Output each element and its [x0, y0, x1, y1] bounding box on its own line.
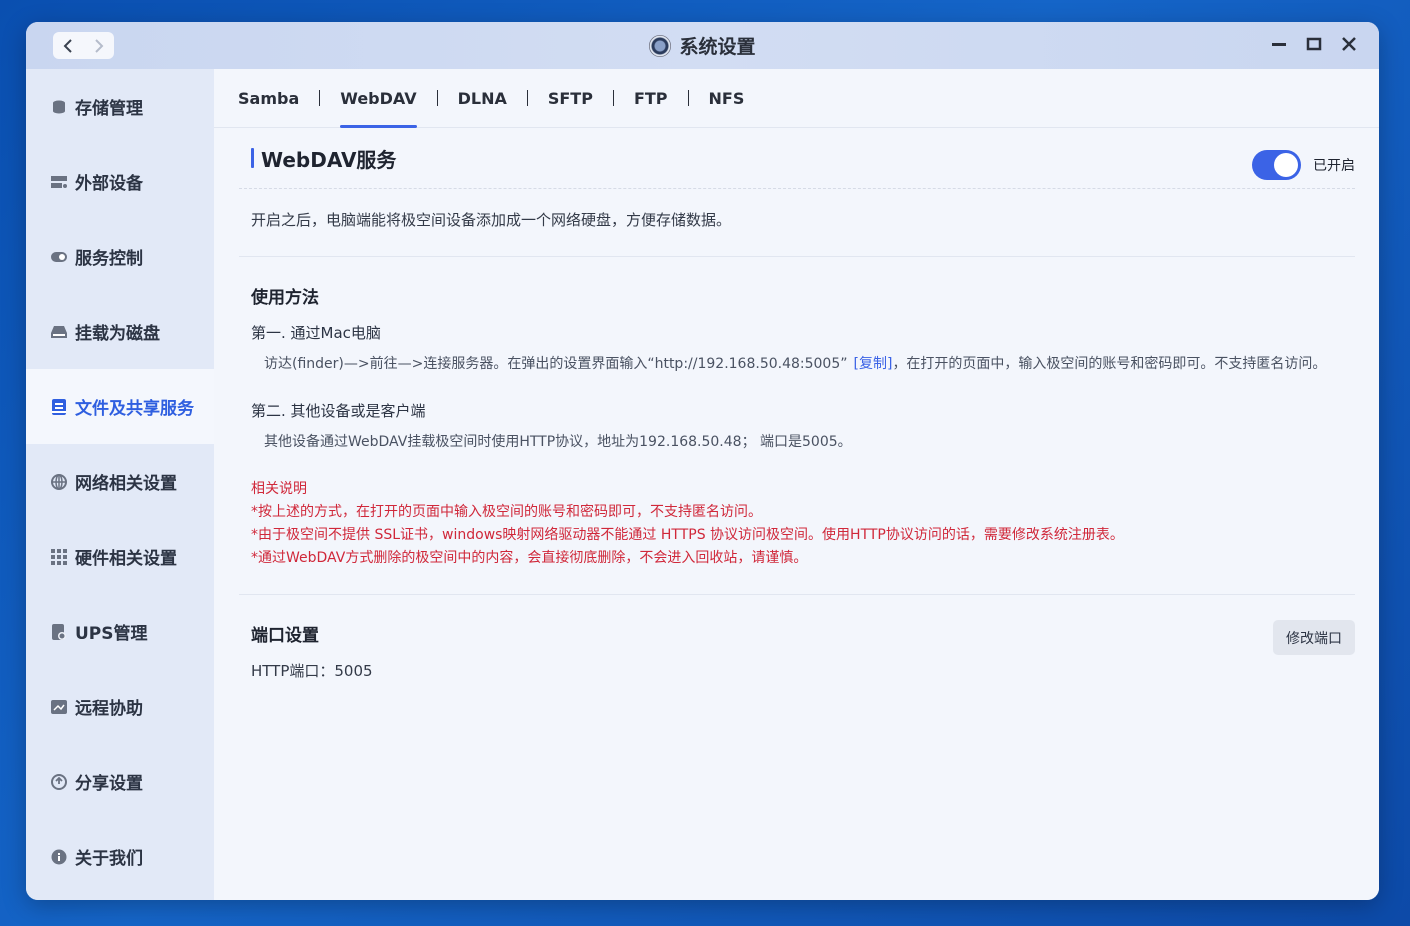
usage-section: 使用方法 第一. 通过Mac电脑 访达(finder)—>前往—>连接服务器。在…	[239, 257, 1355, 595]
note-item: *由于极空间不提供 SSL证书，windows映射网络驱动器不能通过 HTTPS…	[251, 527, 1124, 543]
app-logo-icon	[649, 34, 672, 57]
maximize-icon	[1306, 37, 1321, 50]
usage-heading: 使用方法	[251, 288, 319, 308]
window-controls	[1270, 35, 1357, 52]
chevron-right-icon	[95, 38, 104, 53]
maximize-button[interactable]	[1305, 35, 1322, 52]
ups-icon	[51, 623, 67, 640]
sidebar-item-label: 分享设置	[75, 774, 143, 794]
sidebar-item-external-devices[interactable]: 外部设备	[26, 144, 214, 219]
chevron-left-icon	[63, 38, 72, 53]
database-icon	[51, 99, 67, 115]
sidebar-item-label: 服务控制	[75, 249, 143, 269]
info-icon	[51, 849, 67, 865]
note-item: *通过WebDAV方式删除的极空间中的内容，会直接彻底删除，不会进入回收站，请谨…	[251, 550, 808, 566]
service-header: WebDAV服务 已开启	[239, 128, 1355, 189]
toggle-knob	[1274, 153, 1298, 177]
sidebar-item-label: 网络相关设置	[75, 474, 177, 494]
notes-heading: 相关说明	[251, 481, 307, 497]
sidebar-item-label: 外部设备	[75, 174, 143, 194]
sidebar-item-label: 文件及共享服务	[75, 399, 194, 419]
note-item: *按上述的方式，在打开的页面中输入极空间的账号和密码即可，不支持匿名访问。	[251, 504, 762, 520]
close-icon	[1341, 36, 1356, 51]
step2-title: 第二. 其他设备或是客户端	[251, 402, 426, 420]
minimize-button[interactable]	[1270, 35, 1287, 52]
toggle-icon	[51, 249, 67, 265]
sidebar-item-label: 远程协助	[75, 699, 143, 719]
sidebar-item-label: 硬件相关设置	[75, 549, 177, 569]
window-title-group: 系统设置	[649, 32, 756, 59]
file-share-icon	[51, 398, 67, 415]
step1-text-a: 访达(finder)—>前往—>连接服务器。在弹出的设置界面输入“http://…	[264, 356, 848, 372]
title-bar: 系统设置	[26, 22, 1379, 69]
main-panel: Samba WebDAV DLNA SFTP FTP NFS WebDAV服务 …	[214, 69, 1379, 900]
share-icon	[51, 773, 67, 790]
settings-window: 系统设置 存储管理 外部设备 服务控制 挂载为磁盘 文件及共享服务 网络相关设置…	[26, 22, 1379, 900]
step1-title: 第一. 通过Mac电脑	[251, 324, 381, 342]
sidebar-item-service-control[interactable]: 服务控制	[26, 219, 214, 294]
grid-icon	[51, 548, 67, 565]
tab-sftp[interactable]: SFTP	[528, 69, 613, 128]
nav-buttons	[53, 32, 114, 59]
tab-nfs[interactable]: NFS	[689, 69, 765, 128]
globe-icon	[51, 473, 67, 490]
tab-samba[interactable]: Samba	[238, 69, 319, 128]
sidebar-item-hardware[interactable]: 硬件相关设置	[26, 519, 214, 594]
tab-webdav[interactable]: WebDAV	[320, 69, 436, 128]
sidebar-item-storage[interactable]: 存储管理	[26, 69, 214, 144]
sidebar-item-label: 关于我们	[75, 849, 143, 869]
sidebar-item-label: 挂载为磁盘	[75, 324, 160, 344]
minimize-icon	[1271, 42, 1286, 46]
step2-text: 其他设备通过WebDAV挂载极空间时使用HTTP协议，地址为192.168.50…	[264, 434, 852, 450]
tab-dlna[interactable]: DLNA	[438, 69, 527, 128]
tab-ftp[interactable]: FTP	[614, 69, 688, 128]
section-accent-bar	[251, 148, 254, 168]
sidebar-item-remote-assist[interactable]: 远程协助	[26, 669, 214, 744]
sidebar-item-network[interactable]: 网络相关设置	[26, 444, 214, 519]
service-title: WebDAV服务	[261, 147, 397, 172]
sidebar-item-ups[interactable]: UPS管理	[26, 594, 214, 669]
sidebar-item-label: 存储管理	[75, 99, 143, 119]
webdav-content: WebDAV服务 已开启 开启之后，电脑端能将极空间设备添加成一个网络硬盘，方便…	[239, 128, 1355, 707]
copy-url-link[interactable]: [复制]	[854, 356, 893, 372]
tab-bar: Samba WebDAV DLNA SFTP FTP NFS	[214, 69, 1379, 128]
sidebar-item-share-settings[interactable]: 分享设置	[26, 744, 214, 819]
http-port-value: HTTP端口：5005	[251, 662, 373, 680]
remote-icon	[51, 699, 67, 715]
service-description: 开启之后，电脑端能将极空间设备添加成一个网络硬盘，方便存储数据。	[239, 189, 1355, 257]
sidebar-item-mount-disk[interactable]: 挂载为磁盘	[26, 294, 214, 369]
sidebar-item-label: UPS管理	[75, 624, 148, 644]
modify-port-button[interactable]: 修改端口	[1273, 620, 1355, 655]
forward-button[interactable]	[84, 32, 115, 59]
drive-icon	[51, 324, 67, 340]
external-device-icon	[51, 174, 67, 190]
notes-block: 相关说明 *按上述的方式，在打开的页面中输入极空间的账号和密码即可，不支持匿名访…	[251, 478, 1343, 570]
sidebar-item-file-sharing[interactable]: 文件及共享服务	[26, 369, 214, 444]
sidebar: 存储管理 外部设备 服务控制 挂载为磁盘 文件及共享服务 网络相关设置 硬件相关…	[26, 69, 214, 900]
toggle-status-label: 已开启	[1313, 158, 1355, 174]
window-title: 系统设置	[679, 36, 756, 58]
sidebar-item-about[interactable]: 关于我们	[26, 819, 214, 894]
back-button[interactable]	[53, 32, 84, 59]
close-button[interactable]	[1340, 35, 1357, 52]
port-heading: 端口设置	[251, 626, 319, 646]
step1-text: 访达(finder)—>前往—>连接服务器。在弹出的设置界面输入“http://…	[251, 353, 1343, 376]
step1-text-b: ，在打开的页面中，输入极空间的账号和密码即可。不支持匿名访问。	[892, 356, 1327, 372]
port-section: 端口设置 HTTP端口：5005 修改端口	[239, 595, 1355, 707]
service-toggle[interactable]	[1252, 150, 1301, 180]
service-toggle-group: 已开启	[1252, 150, 1355, 180]
